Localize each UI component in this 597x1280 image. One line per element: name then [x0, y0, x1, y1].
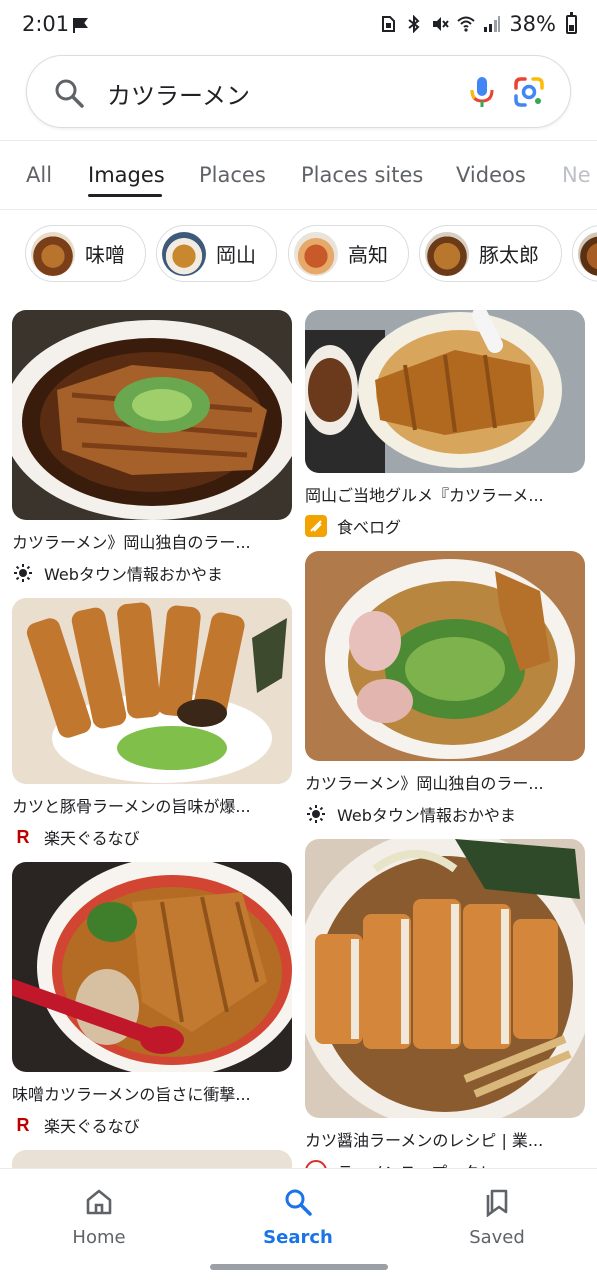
result-source[interactable]: Webタウン情報おかやま [12, 561, 292, 585]
chip-label: 豚太郎 [479, 243, 539, 267]
result-source[interactable]: 食べログ [305, 514, 585, 538]
result-image[interactable] [305, 551, 585, 761]
result-image[interactable] [305, 839, 585, 1118]
result-source[interactable]: R 楽天ぐるなび [12, 1113, 292, 1137]
bookmark-icon [486, 1189, 508, 1217]
chip-thumbnail [578, 231, 597, 276]
tab-places[interactable]: Places [199, 163, 266, 187]
tab-images[interactable]: Images [88, 163, 165, 187]
ramen-photo [305, 310, 585, 473]
tab-videos[interactable]: Videos [456, 163, 526, 187]
ramen-photo [305, 839, 585, 1118]
rakuten-icon: R [16, 826, 30, 847]
chip-miso[interactable]: 味噌 [25, 225, 146, 282]
battery-icon [566, 11, 577, 34]
ramen-photo [305, 551, 585, 761]
result-source[interactable]: R 楽天ぐるなび [12, 825, 292, 849]
result-image[interactable] [305, 310, 585, 473]
result-source-name: Webタウン情報おかやま [44, 565, 223, 584]
chip-thumbnail [162, 231, 206, 276]
result-source-name: 食べログ [337, 518, 402, 537]
tab-places-sites[interactable]: Places sites [301, 163, 423, 187]
nav-search-label: Search [263, 1227, 333, 1248]
result-title[interactable]: カツ醤油ラーメンのレシピ | 業... [305, 1127, 585, 1151]
chip-thumbnail [31, 231, 75, 276]
home-gesture-bar[interactable] [210, 1264, 388, 1270]
bluetooth-icon [408, 15, 420, 33]
nav-search[interactable]: Search [238, 1187, 358, 1248]
result-source-name: 楽天ぐるなび [44, 1117, 140, 1136]
image-result[interactable]: カツと豚骨ラーメンの旨味が爆... R 楽天ぐるなび [12, 598, 292, 849]
search-box[interactable]: カツラーメン [26, 55, 571, 128]
chip-more[interactable] [572, 225, 597, 282]
result-image[interactable] [12, 310, 292, 520]
ramen-photo [12, 862, 292, 1072]
chip-label: 岡山 [216, 243, 256, 267]
search-tabs: All Images Places Places sites Videos Ne [0, 140, 597, 210]
image-result[interactable]: カツラーメン》岡山独自のラー... Webタウン情報おかやま [12, 310, 292, 585]
notification-flag-icon [73, 18, 88, 33]
sun-icon [305, 803, 327, 825]
result-source-name: Webタウン情報おかやま [337, 806, 516, 825]
search-query[interactable]: カツラーメン [107, 76, 250, 111]
result-title[interactable]: 味噌カツラーメンの旨さに衝撃... [12, 1081, 292, 1105]
result-title[interactable]: カツと豚骨ラーメンの旨味が爆... [12, 793, 292, 817]
result-image[interactable] [12, 862, 292, 1072]
ramen-photo [12, 598, 292, 784]
image-result[interactable]: 味噌カツラーメンの旨さに衝撃... R 楽天ぐるなび [12, 862, 292, 1137]
result-title[interactable]: カツラーメン》岡山独自のラー... [305, 770, 585, 794]
chip-label: 高知 [348, 243, 388, 267]
result-title[interactable]: 岡山ご当地グルメ『カツラーメ... [305, 482, 585, 506]
sim-card-icon [382, 16, 396, 32]
signal-icon [484, 16, 501, 32]
microphone-icon[interactable] [467, 75, 497, 109]
result-source[interactable]: Webタウン情報おかやま [305, 802, 585, 826]
status-bar: 2:01 38% [0, 0, 597, 50]
result-image[interactable] [12, 598, 292, 784]
status-icons: 38% [379, 11, 577, 36]
result-title[interactable]: カツラーメン》岡山独自のラー... [12, 529, 292, 553]
search-icon [285, 1189, 312, 1216]
chip-okayama[interactable]: 岡山 [156, 225, 277, 282]
home-icon [86, 1189, 112, 1215]
wifi-icon [457, 16, 475, 32]
rakuten-icon: R [16, 1114, 30, 1135]
nav-home-label: Home [72, 1227, 126, 1248]
tabelog-icon [305, 515, 327, 537]
chip-label: 味噌 [85, 243, 125, 267]
nav-saved[interactable]: Saved [437, 1187, 557, 1248]
vibrate-icon [433, 17, 450, 31]
nav-saved-label: Saved [469, 1227, 525, 1248]
result-source-name: 楽天ぐるなび [44, 829, 140, 848]
chip-thumbnail [425, 231, 469, 276]
status-time: 2:01 [22, 12, 70, 36]
image-result[interactable]: 岡山ご当地グルメ『カツラーメ... 食べログ [305, 310, 585, 538]
ramen-photo [12, 310, 292, 520]
nav-home[interactable]: Home [39, 1187, 159, 1248]
chip-thumbnail [294, 231, 338, 276]
search-icon[interactable] [53, 77, 85, 109]
active-tab-indicator [88, 194, 162, 197]
chip-kochi[interactable]: 高知 [288, 225, 409, 282]
image-result[interactable]: カツラーメン》岡山独自のラー... Webタウン情報おかやま [305, 551, 585, 826]
chip-butataro[interactable]: 豚太郎 [419, 225, 562, 282]
refinement-chips: 味噌 岡山 高知 豚太郎 [0, 225, 597, 283]
google-lens-icon[interactable] [513, 76, 545, 108]
tab-all[interactable]: All [26, 163, 52, 187]
battery-percent: 38% [509, 12, 556, 36]
image-result[interactable]: カツ醤油ラーメンのレシピ | 業... ラーメンスープ・タレ.com [305, 839, 585, 1183]
tab-news[interactable]: Ne [562, 163, 591, 187]
sun-icon [12, 562, 34, 584]
